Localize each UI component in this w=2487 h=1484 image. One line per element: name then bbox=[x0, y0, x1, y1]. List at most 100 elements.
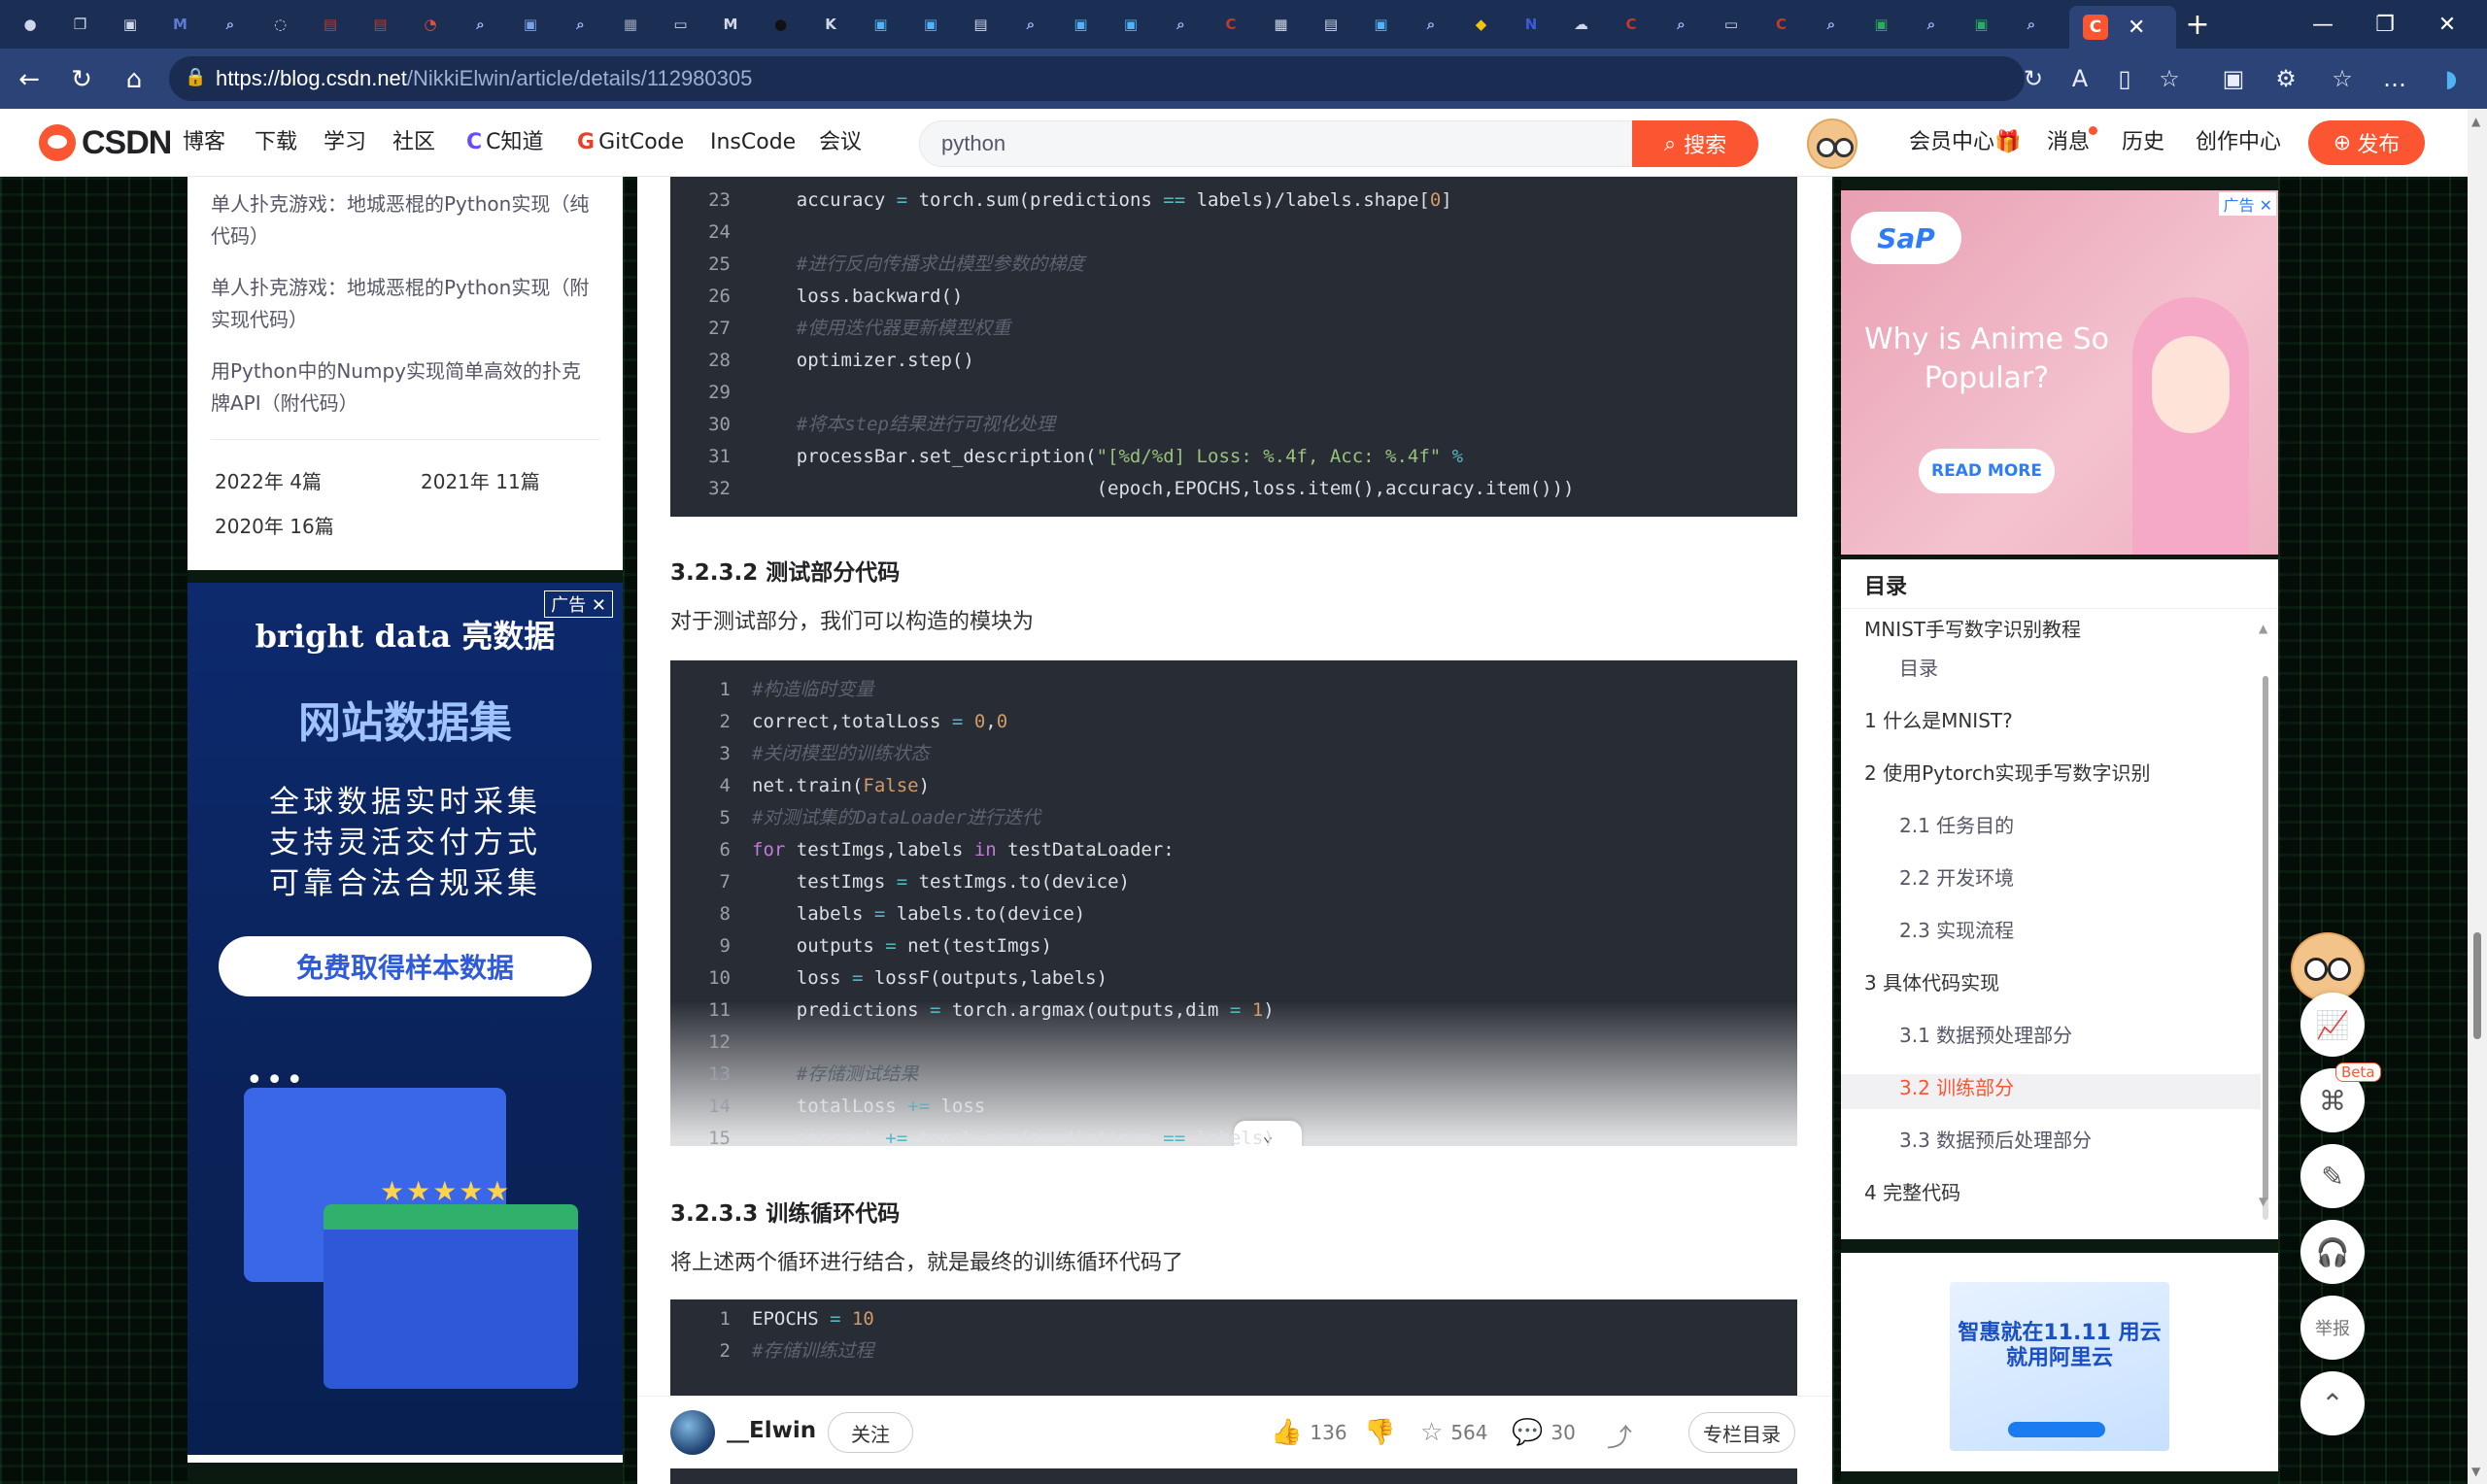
code-block-test[interactable]: ⌄ 1 #构造临时变量 2 correct,totalLoss = 0,0 3 #关闭模型… bbox=[670, 660, 1797, 1146]
tab-doc-icon[interactable]: ▭ bbox=[664, 8, 698, 41]
right-advertisement[interactable]: 广告 ✕ SaP Why is Anime So Popular? READ M… bbox=[1841, 190, 2278, 555]
tab-search-icon-8[interactable]: ⌕ bbox=[1815, 8, 1848, 41]
favorite-button[interactable]: ☆ 564 bbox=[1420, 1418, 1488, 1447]
page-scroll-thumb[interactable] bbox=[2473, 932, 2481, 1039]
toc-item[interactable]: 2.1 任务目的 bbox=[1899, 810, 2014, 838]
tab-search-icon-5[interactable]: ⌕ bbox=[1165, 8, 1198, 41]
tab-favicon-python[interactable]: ◆ bbox=[1465, 8, 1498, 41]
csdn-logo[interactable]: CSDN bbox=[39, 124, 172, 161]
nav-cknow[interactable]: C C知道 bbox=[466, 128, 544, 157]
close-tab-icon[interactable]: ✕ bbox=[2128, 16, 2145, 40]
nav-messages[interactable]: 消息 bbox=[2047, 128, 2090, 157]
more-menu-icon[interactable]: … bbox=[2378, 62, 2411, 95]
ad-cta-button[interactable]: 免费取得样本数据 bbox=[219, 936, 592, 996]
customer-service-button[interactable]: 🎧 bbox=[2300, 1220, 2365, 1284]
nav-community[interactable]: 社区 bbox=[392, 128, 435, 157]
tab-search-icon-2[interactable]: ⌕ bbox=[464, 8, 497, 41]
restore-button[interactable]: ❐ bbox=[2351, 4, 2419, 45]
toc-item[interactable]: 2.2 开发环境 bbox=[1899, 862, 2014, 891]
back-button[interactable]: ← bbox=[10, 60, 49, 99]
profile-icon[interactable]: ● bbox=[14, 8, 47, 41]
tab-favicon-c2[interactable]: C bbox=[1615, 8, 1648, 41]
report-button[interactable]: 举报 bbox=[2300, 1296, 2365, 1360]
nav-gitcode[interactable]: G GitCode bbox=[577, 128, 684, 157]
tab-search-icon-4[interactable]: ⌕ bbox=[1014, 8, 1047, 41]
tab-favicon-bili5[interactable]: ▣ bbox=[1365, 8, 1398, 41]
tab-favicon-red[interactable]: ▤ bbox=[314, 8, 347, 41]
mascot-avatar[interactable] bbox=[2291, 932, 2365, 1002]
tab-search-icon[interactable]: ⌕ bbox=[214, 8, 247, 41]
toc-item[interactable]: 2 使用Pytorch实现手写数字识别 bbox=[1864, 758, 2151, 786]
toc-item[interactable]: 3 具体代码实现 bbox=[1864, 967, 1999, 995]
back-to-top-button[interactable]: ⌃ bbox=[2300, 1371, 2365, 1435]
toc-scroll-thumb[interactable] bbox=[2263, 676, 2268, 1200]
tab-favicon-bili[interactable]: ▣ bbox=[865, 8, 898, 41]
tab-search-icon-3[interactable]: ⌕ bbox=[564, 8, 597, 41]
archive-2020[interactable]: 2020年 16篇 bbox=[215, 511, 334, 539]
bottom-right-advertisement[interactable]: 智惠就在11.11 用云就用阿里云 bbox=[1841, 1253, 2278, 1471]
extension-icon[interactable]: ▣ bbox=[2217, 62, 2250, 95]
dislike-button[interactable]: 👎 bbox=[1364, 1418, 1395, 1447]
tab-favicon-bili2[interactable]: ▣ bbox=[914, 8, 947, 41]
nav-learn[interactable]: 学习 bbox=[324, 128, 366, 157]
nav-meeting[interactable]: 会议 bbox=[819, 128, 862, 157]
tab-favicon-n[interactable]: N bbox=[1515, 8, 1548, 41]
tab-doc-icon-2[interactable]: ▭ bbox=[1715, 8, 1748, 41]
nav-download[interactable]: 下载 bbox=[255, 128, 297, 157]
data-chart-button[interactable]: 📈 bbox=[2300, 993, 2365, 1057]
column-catalog-button[interactable]: 专栏目录 bbox=[1688, 1412, 1795, 1453]
url-input[interactable]: 🔒 https://blog.csdn.net/NikkiElwin/artic… bbox=[169, 56, 2025, 101]
toc-scrollbar[interactable] bbox=[2263, 676, 2268, 1220]
tab-search-icon-7[interactable]: ⌕ bbox=[1665, 8, 1698, 41]
edit-note-button[interactable]: ✎ bbox=[2300, 1144, 2365, 1208]
tab-favicon-k[interactable]: K bbox=[814, 8, 847, 41]
toc-item[interactable]: 2.3 实现流程 bbox=[1899, 915, 2014, 943]
code-block-train[interactable]: 23 accuracy = torch.sum(predictions == l… bbox=[670, 177, 1797, 517]
toc-scroll-up-icon[interactable]: ▲ bbox=[2259, 622, 2267, 635]
scroll-down-icon[interactable]: ▼ bbox=[2471, 1465, 2480, 1478]
search-input[interactable] bbox=[919, 120, 1633, 167]
toc-item[interactable]: 4 完整代码 bbox=[1864, 1177, 1960, 1205]
nav-inscode[interactable]: InsCode bbox=[710, 128, 796, 157]
tab-favicon-blue[interactable]: ▣ bbox=[514, 8, 547, 41]
tab-favicon-github[interactable]: ● bbox=[765, 8, 798, 41]
tab-favicon-bili4[interactable]: ▣ bbox=[1114, 8, 1147, 41]
nav-blog[interactable]: 博客 bbox=[183, 128, 225, 157]
follow-button[interactable]: 关注 bbox=[828, 1412, 913, 1453]
toc-scroll-down-icon[interactable]: ▼ bbox=[2259, 1195, 2267, 1208]
publish-button[interactable]: ⊕ 发布 bbox=[2308, 120, 2425, 165]
user-avatar[interactable] bbox=[1807, 118, 1857, 169]
toc-item[interactable]: 目录 bbox=[1899, 653, 1938, 681]
author-avatar[interactable] bbox=[670, 1410, 715, 1455]
archive-2021[interactable]: 2021年 11篇 bbox=[421, 466, 540, 494]
related-article-3[interactable]: 用Python中的Numpy实现简单高效的扑克牌API（附代码） bbox=[211, 355, 599, 420]
tab-favicon-m[interactable]: M bbox=[714, 8, 747, 41]
tab-search-icon-6[interactable]: ⌕ bbox=[1414, 8, 1448, 41]
left-advertisement[interactable]: 广告 ✕ bright data 亮数据 网站数据集 全球数据实时采集 支持灵活… bbox=[187, 583, 623, 1463]
related-article-2[interactable]: 单人扑克游戏：地城恶棍的Python实现（附实现代码） bbox=[211, 272, 599, 336]
scroll-up-icon[interactable]: ▲ bbox=[2471, 115, 2480, 128]
tab-favicon-green[interactable]: ▣ bbox=[1865, 8, 1898, 41]
tab-favicon-c[interactable]: C bbox=[1214, 8, 1247, 41]
search-button[interactable]: ⌕ 搜索 bbox=[1632, 120, 1758, 167]
workspaces-icon[interactable]: ❐ bbox=[64, 8, 97, 41]
nav-creator-center[interactable]: 创作中心 bbox=[2196, 128, 2281, 157]
tab-favicon-red2[interactable]: ▤ bbox=[364, 8, 397, 41]
split-screen-icon[interactable]: ▯ bbox=[2108, 62, 2141, 95]
tab-favicon-grid[interactable]: ▦ bbox=[1265, 8, 1298, 41]
like-button[interactable]: 👍 136 bbox=[1271, 1418, 1347, 1447]
home-button[interactable]: ⌂ bbox=[115, 60, 153, 99]
close-ad-icon[interactable]: ✕ bbox=[2260, 196, 2272, 215]
tab-search-icon-9[interactable]: ⌕ bbox=[1915, 8, 1948, 41]
tab-search-icon-10[interactable]: ⌕ bbox=[2015, 8, 2048, 41]
nav-member-center[interactable]: 会员中心🎁 bbox=[1909, 128, 2021, 157]
tab-favicon-gray[interactable]: ▦ bbox=[614, 8, 647, 41]
tab-favicon-lock[interactable]: ▤ bbox=[965, 8, 998, 41]
toc-item[interactable]: 3.2 训练部分 bbox=[1899, 1072, 2014, 1100]
archive-2022[interactable]: 2022年 4篇 bbox=[215, 466, 322, 494]
favorite-star-icon[interactable]: ☆ bbox=[2153, 62, 2186, 95]
reload-button[interactable]: ↻ bbox=[62, 60, 101, 99]
refresh-translate-icon[interactable]: ↻ bbox=[2017, 62, 2050, 95]
copilot-icon[interactable]: ◗ bbox=[2435, 62, 2468, 95]
aliyun-poster[interactable]: 智惠就在11.11 用云就用阿里云 bbox=[1950, 1282, 2169, 1451]
